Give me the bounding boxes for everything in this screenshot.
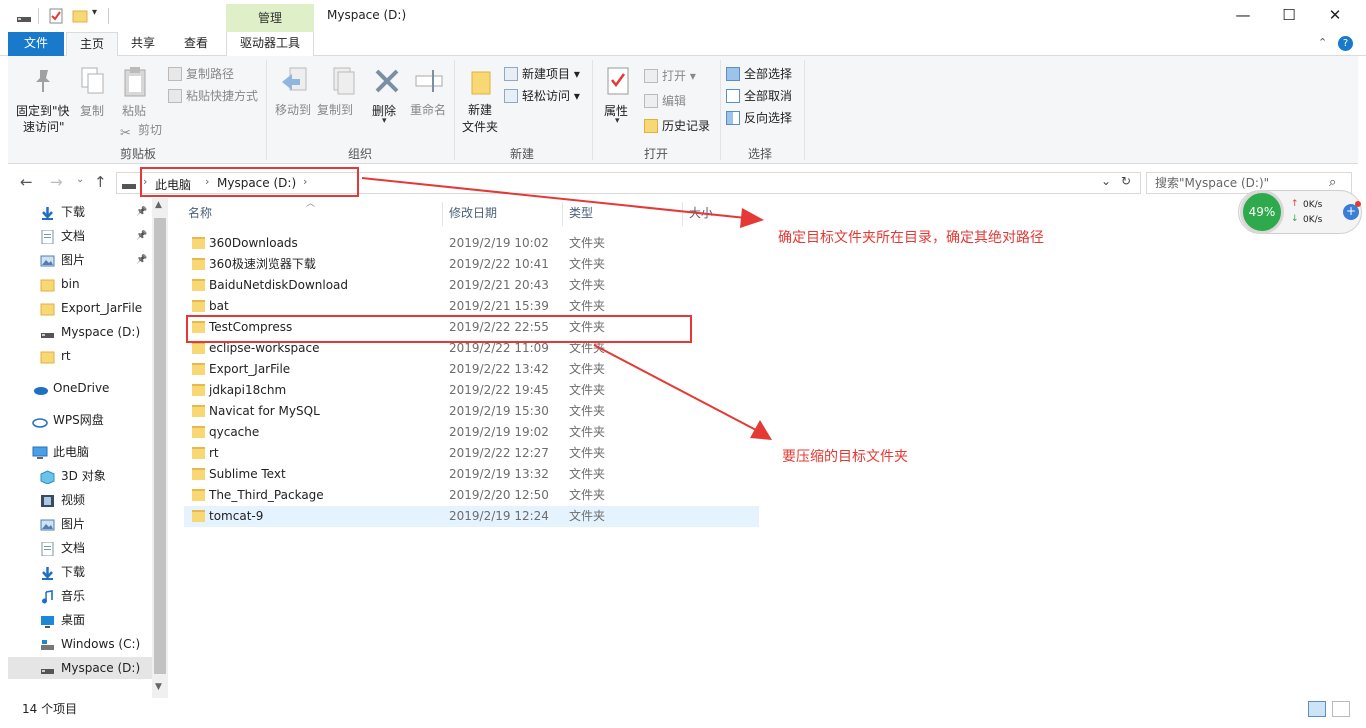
annotation-arrowhead <box>740 208 764 228</box>
upload-speed: 0K/s <box>1303 200 1323 210</box>
annotation-arrows <box>361 177 772 440</box>
file-explorer-window: ▾ 管理 Myspace (D:) — ☐ ✕ 文件 主页 共享 查看 驱动器工… <box>0 0 1366 728</box>
annotation-arrowhead <box>750 420 772 440</box>
upload-arrow-icon: ↑ <box>1291 199 1299 209</box>
download-speed: 0K/s <box>1303 215 1323 225</box>
download-arrow-icon: ↓ <box>1291 214 1299 224</box>
annotation-arrow-line <box>361 177 747 219</box>
annotation-arrow-line <box>593 344 757 431</box>
annotation-target-note: 要压缩的目标文件夹 <box>782 449 908 465</box>
notification-dot <box>1355 201 1361 207</box>
memory-percent: 49% <box>1240 190 1284 234</box>
network-speed-widget[interactable]: 49% ↑ 0K/s ↓ 0K/s + <box>1238 190 1362 234</box>
annotation-path-note: 确定目标文件夹所在目录，确定其绝对路径 <box>778 230 1044 246</box>
